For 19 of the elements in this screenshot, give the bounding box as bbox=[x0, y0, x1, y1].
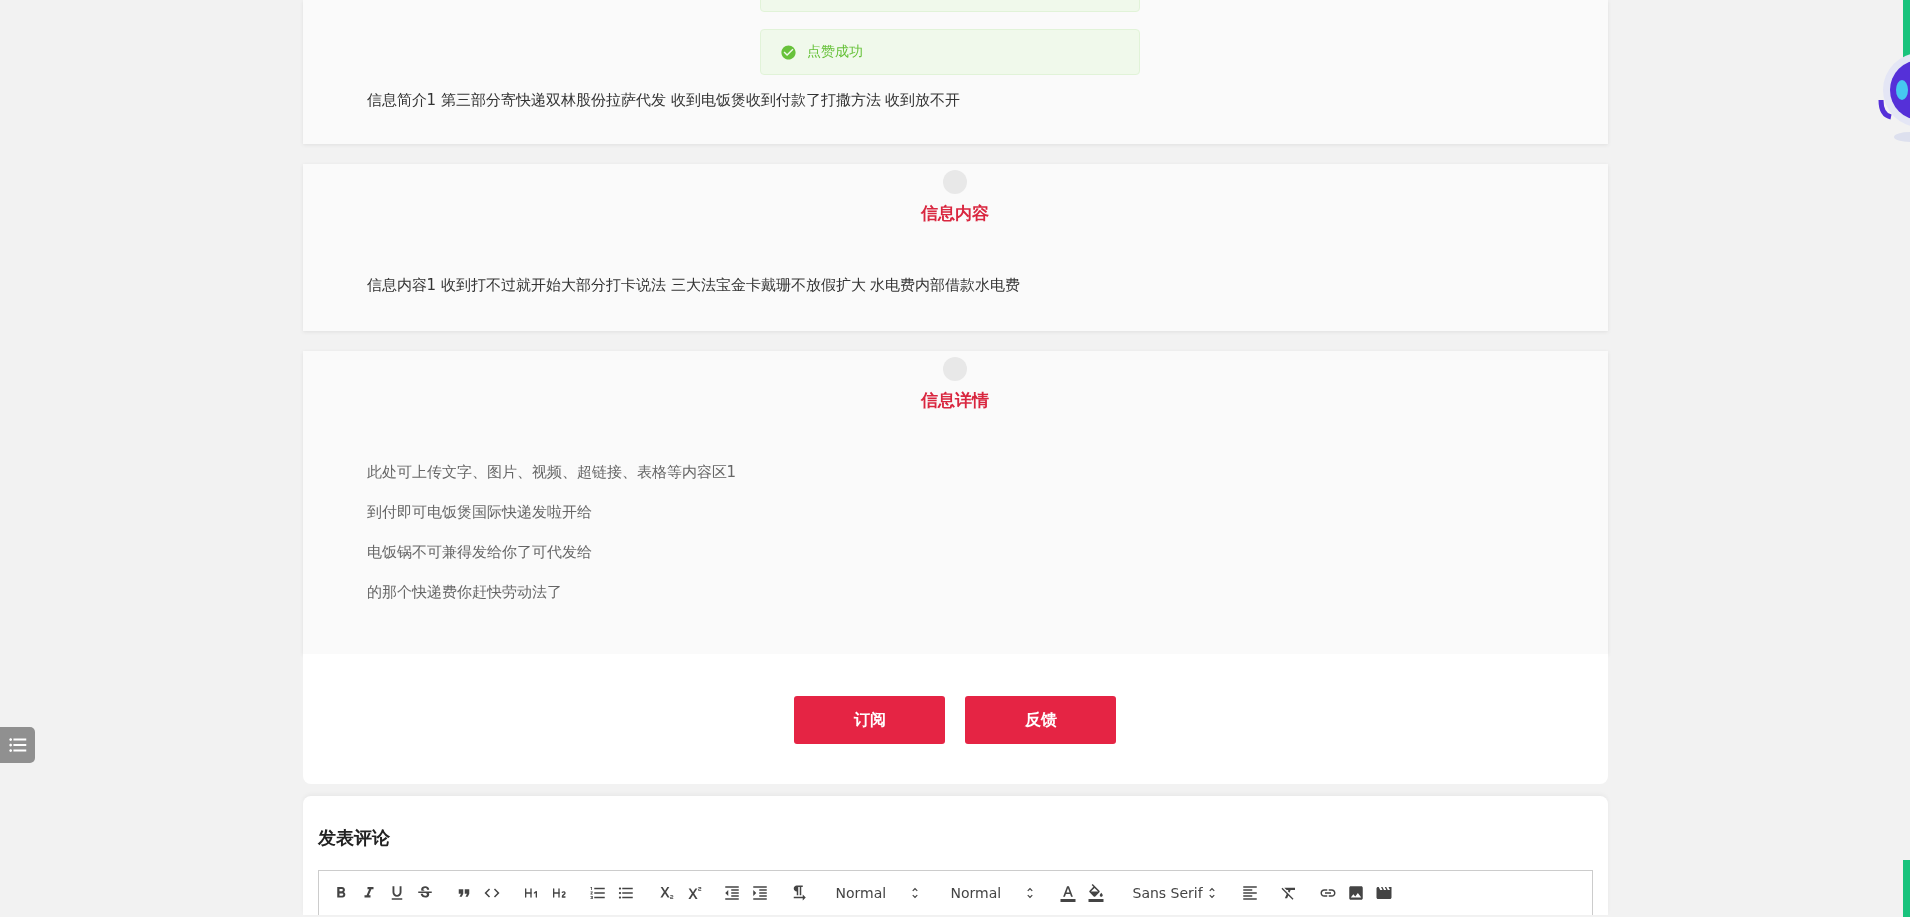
comment-heading: 发表评论 bbox=[317, 826, 391, 850]
section-text: 的那个快递费你赶快劳动法了 bbox=[366, 582, 563, 603]
format-picker[interactable]: Normal bbox=[940, 881, 1041, 905]
section-text: 到付即可电饭煲国际快递发啦开给 bbox=[366, 502, 593, 523]
format-picker[interactable]: Normal bbox=[825, 881, 926, 905]
section-text: 信息内容1 收到打不过就开始大部分打卡说法 三大法宝金卡戴珊不放假扩大 水电费内部借款水电费 bbox=[366, 275, 1022, 296]
format-picker[interactable]: Sans Serif bbox=[1122, 881, 1223, 905]
action-button[interactable]: 反馈 bbox=[965, 696, 1116, 744]
action-button[interactable]: 订阅 bbox=[794, 696, 945, 744]
section-text: 电饭锅不可兼得发给你了可代发给 bbox=[366, 542, 593, 563]
list-icon[interactable] bbox=[0, 727, 35, 763]
section-text: 信息简介1 第三部分寄快递双林股份拉萨代发 收到电饭煲收到付款了打撒方法 收到放不开 bbox=[366, 90, 962, 111]
check-icon bbox=[780, 43, 797, 61]
section-text: 此处可上传文字、图片、视频、超链接、表格等内容区1 bbox=[366, 462, 738, 483]
side-bar bbox=[1903, 0, 1910, 60]
section-title: 信息详情 bbox=[921, 389, 989, 412]
section-title: 信息内容 bbox=[921, 202, 989, 225]
toast-message: 点赞成功 bbox=[807, 43, 863, 61]
side-bar bbox=[1903, 860, 1910, 917]
